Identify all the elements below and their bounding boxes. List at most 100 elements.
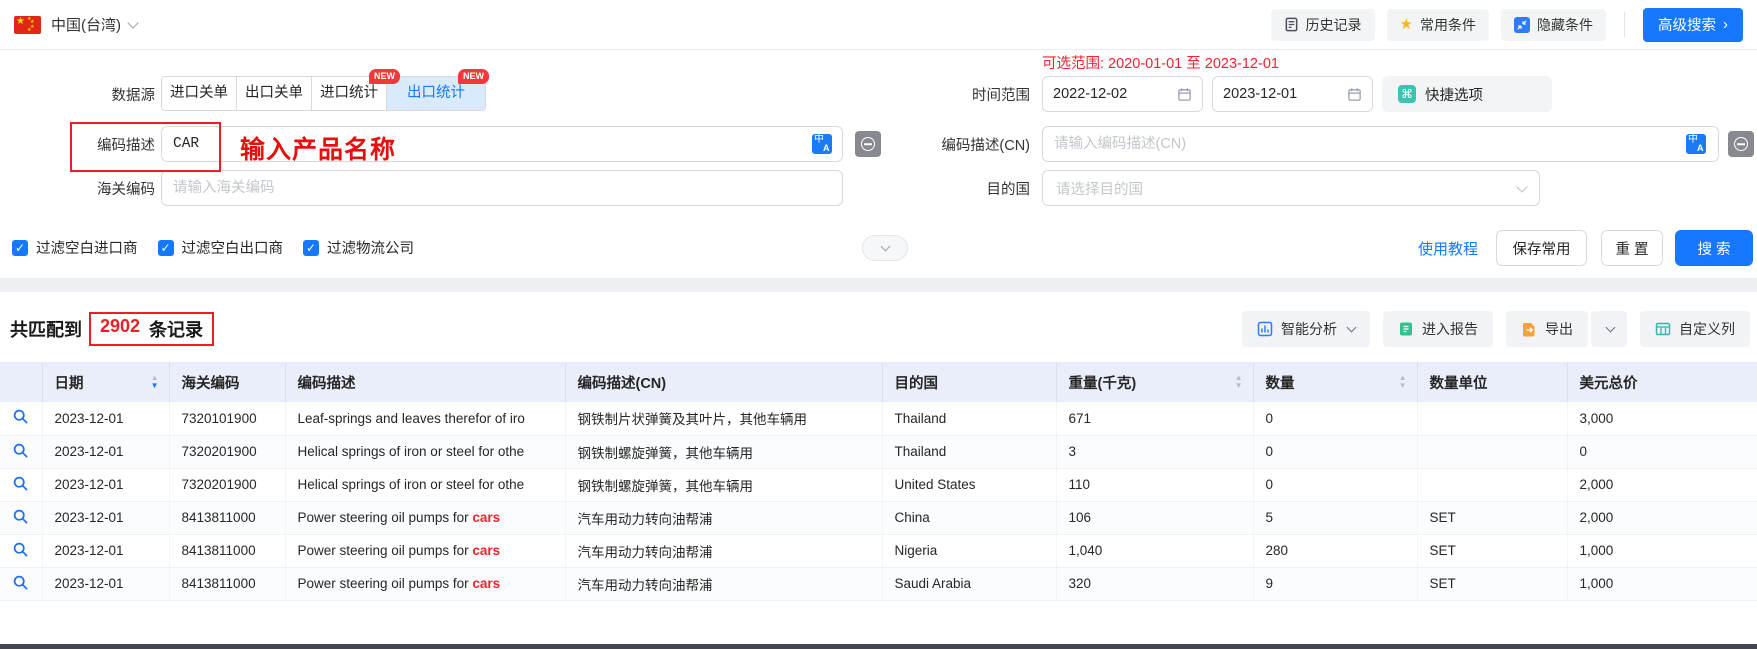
sort-icon[interactable]: ▲ ▼ [151, 374, 159, 390]
cell-quantity: 280 [1253, 534, 1418, 567]
date-from-input[interactable]: 2022-12-02 [1042, 76, 1203, 112]
destination-label: 目的国 [986, 181, 1031, 198]
table-row: 2023-12-01 7320201900 Helical springs of i… [0, 468, 1757, 501]
column-header-label: 数量 [1265, 375, 1295, 392]
column-header[interactable]: 重量(千克) ▲ ▼ [1056, 362, 1254, 402]
chevron-down-icon [880, 241, 890, 252]
desc-input[interactable] [161, 126, 843, 162]
topbar: ★ ★ ★ ★ ★ 中国(台湾) 历史记录 ★ 常用条件 隐藏条件 高级搜索 › [0, 0, 1757, 50]
tab-import-declarations[interactable]: 进口关单 [161, 76, 237, 111]
checkbox-filter-logistics[interactable]: ✓ 过滤物流公司 [303, 237, 414, 258]
translate-icon[interactable]: 中A [1686, 134, 1706, 154]
collapse-panel-button[interactable] [862, 235, 908, 261]
cell-destination: Saudi Arabia [882, 567, 1057, 600]
row-search-icon[interactable] [12, 574, 29, 591]
new-badge: NEW [369, 69, 400, 84]
hs-code-label: 海关编码 [97, 181, 155, 198]
desc-cn-input[interactable] [1042, 126, 1719, 162]
row-search-icon[interactable] [12, 442, 29, 459]
cell-hs-code: 8413811000 [169, 534, 286, 567]
topbar-buttons: 历史记录 ★ 常用条件 隐藏条件 高级搜索 › [1270, 7, 1743, 42]
hs-code-row: 海关编码 目的国 请选择目的国 [0, 170, 1757, 206]
column-header: 海关编码 [169, 362, 286, 402]
cell-usd-total: 0 [1579, 444, 1588, 459]
advanced-search-button[interactable]: 高级搜索 › [1643, 7, 1743, 42]
checkbox-filter-blank-importer[interactable]: ✓ 过滤空白进口商 [12, 237, 138, 258]
favorites-button[interactable]: ★ 常用条件 [1386, 8, 1489, 41]
row-search-icon[interactable] [12, 508, 29, 525]
cell-unit: SET [1417, 534, 1568, 567]
star-icon: ★ [1399, 16, 1413, 33]
row-search-icon[interactable] [12, 541, 29, 558]
tab-export-declarations[interactable]: 出口关单 [236, 76, 312, 111]
chevron-down-icon [1605, 322, 1616, 333]
command-icon: ⌘ [1398, 85, 1416, 103]
table-row: 2023-12-01 8413811000 Power steering oil p… [0, 534, 1757, 567]
save-favorite-button[interactable]: 保存常用 [1496, 230, 1587, 266]
smart-analysis-button[interactable]: 智能分析 [1242, 311, 1370, 347]
checkbox-filter-blank-exporter[interactable]: ✓ 过滤空白出口商 [157, 237, 283, 258]
hide-conditions-button[interactable]: 隐藏条件 [1501, 8, 1606, 41]
cell-destination: China [882, 501, 1057, 534]
bottom-cut-bar [0, 644, 1757, 649]
row-search-icon[interactable] [12, 475, 29, 492]
china-flag-icon: ★ ★ ★ ★ ★ [14, 15, 41, 34]
column-header: 编码描述 [285, 362, 566, 402]
date-to-input[interactable]: 2023-12-01 [1212, 76, 1373, 112]
cell-desc-cn: 钢铁制螺旋弹簧，其他车辆用 [565, 468, 883, 501]
history-button[interactable]: 历史记录 [1270, 8, 1375, 41]
reset-button[interactable]: 重 置 [1601, 230, 1663, 266]
column-header[interactable]: 数量 ▲ ▼ [1253, 362, 1418, 402]
column-header[interactable]: 日期 ▲ ▼ [42, 362, 170, 402]
cell-desc-cn: 钢铁制片状弹簧及其叶片，其他车辆用 [565, 402, 883, 435]
count-number: 2902 [100, 316, 141, 336]
row-detail-cell [0, 534, 43, 567]
translate-icon[interactable]: 中A [812, 134, 832, 154]
cell-hs-code: 7320201900 [169, 435, 286, 468]
cell-weight: 671 [1056, 402, 1254, 435]
cell-hs-code: 7320101900 [169, 402, 286, 435]
hs-code-input[interactable] [161, 170, 843, 206]
cell-desc: Power steering oil pumps for cars [285, 501, 566, 534]
row-detail-cell [0, 468, 43, 501]
cell-desc-cn: 汽车用动力转向油帮浦 [565, 567, 883, 600]
destination-select[interactable]: 请选择目的国 [1042, 170, 1540, 206]
row-detail-cell [0, 435, 43, 468]
cell-quantity: 0 [1253, 435, 1418, 468]
cell-unit: SET [1417, 501, 1568, 534]
chevron-down-icon [1516, 180, 1528, 193]
keyword-highlight: cars [472, 510, 501, 525]
cell-unit [1417, 468, 1568, 501]
row-search-icon[interactable] [12, 408, 29, 425]
enter-report-button[interactable]: 进入报告 [1383, 311, 1493, 347]
cell-weight: 1,040 [1056, 534, 1254, 567]
row-detail-cell [0, 567, 43, 600]
export-split-button: 导出 [1506, 311, 1627, 347]
column-header: 数量单位 [1417, 362, 1568, 402]
annotation-count-box: 2902 条记录 [89, 312, 215, 346]
section-divider [0, 278, 1757, 292]
cell-destination: Thailand [882, 402, 1057, 435]
country-selector[interactable]: 中国(台湾) [51, 14, 121, 35]
tutorial-link[interactable]: 使用教程 [1418, 238, 1478, 259]
export-button[interactable]: 导出 [1506, 311, 1588, 347]
tab-export-statistics[interactable]: 出口统计 NEW [386, 69, 489, 111]
export-dropdown-button[interactable] [1591, 311, 1627, 347]
results-count: 共匹配到 2902 条记录 [10, 312, 215, 346]
chevron-down-icon[interactable] [127, 16, 139, 29]
sort-icon[interactable]: ▲ ▼ [1399, 374, 1407, 390]
search-button[interactable]: 搜 索 [1675, 230, 1753, 266]
cell-desc: Helical springs of iron or steel for oth… [285, 435, 566, 468]
results-table: 日期 ▲ ▼ 海关编码 编码描述 编码描述(CN) 目的国 重量(千克) ▲ ▼ 数量 ▲ ▼ 数量单位 美… [0, 362, 1757, 601]
tab-import-statistics[interactable]: 进口统计 NEW [311, 69, 400, 111]
quick-options-button[interactable]: ⌘ 快捷选项 [1382, 76, 1552, 112]
exclude-circle-minus-icon[interactable] [1728, 131, 1754, 157]
column-header-label: 编码描述(CN) [577, 375, 667, 392]
checkbox-checked-icon: ✓ [12, 239, 28, 256]
cell-destination: United States [882, 468, 1057, 501]
sort-icon[interactable]: ▲ ▼ [1235, 374, 1243, 390]
column-header: 目的国 [882, 362, 1057, 402]
cell-date: 2023-12-01 [42, 435, 170, 468]
cell-date: 2023-12-01 [42, 468, 170, 501]
custom-columns-button[interactable]: 自定义列 [1640, 311, 1750, 347]
